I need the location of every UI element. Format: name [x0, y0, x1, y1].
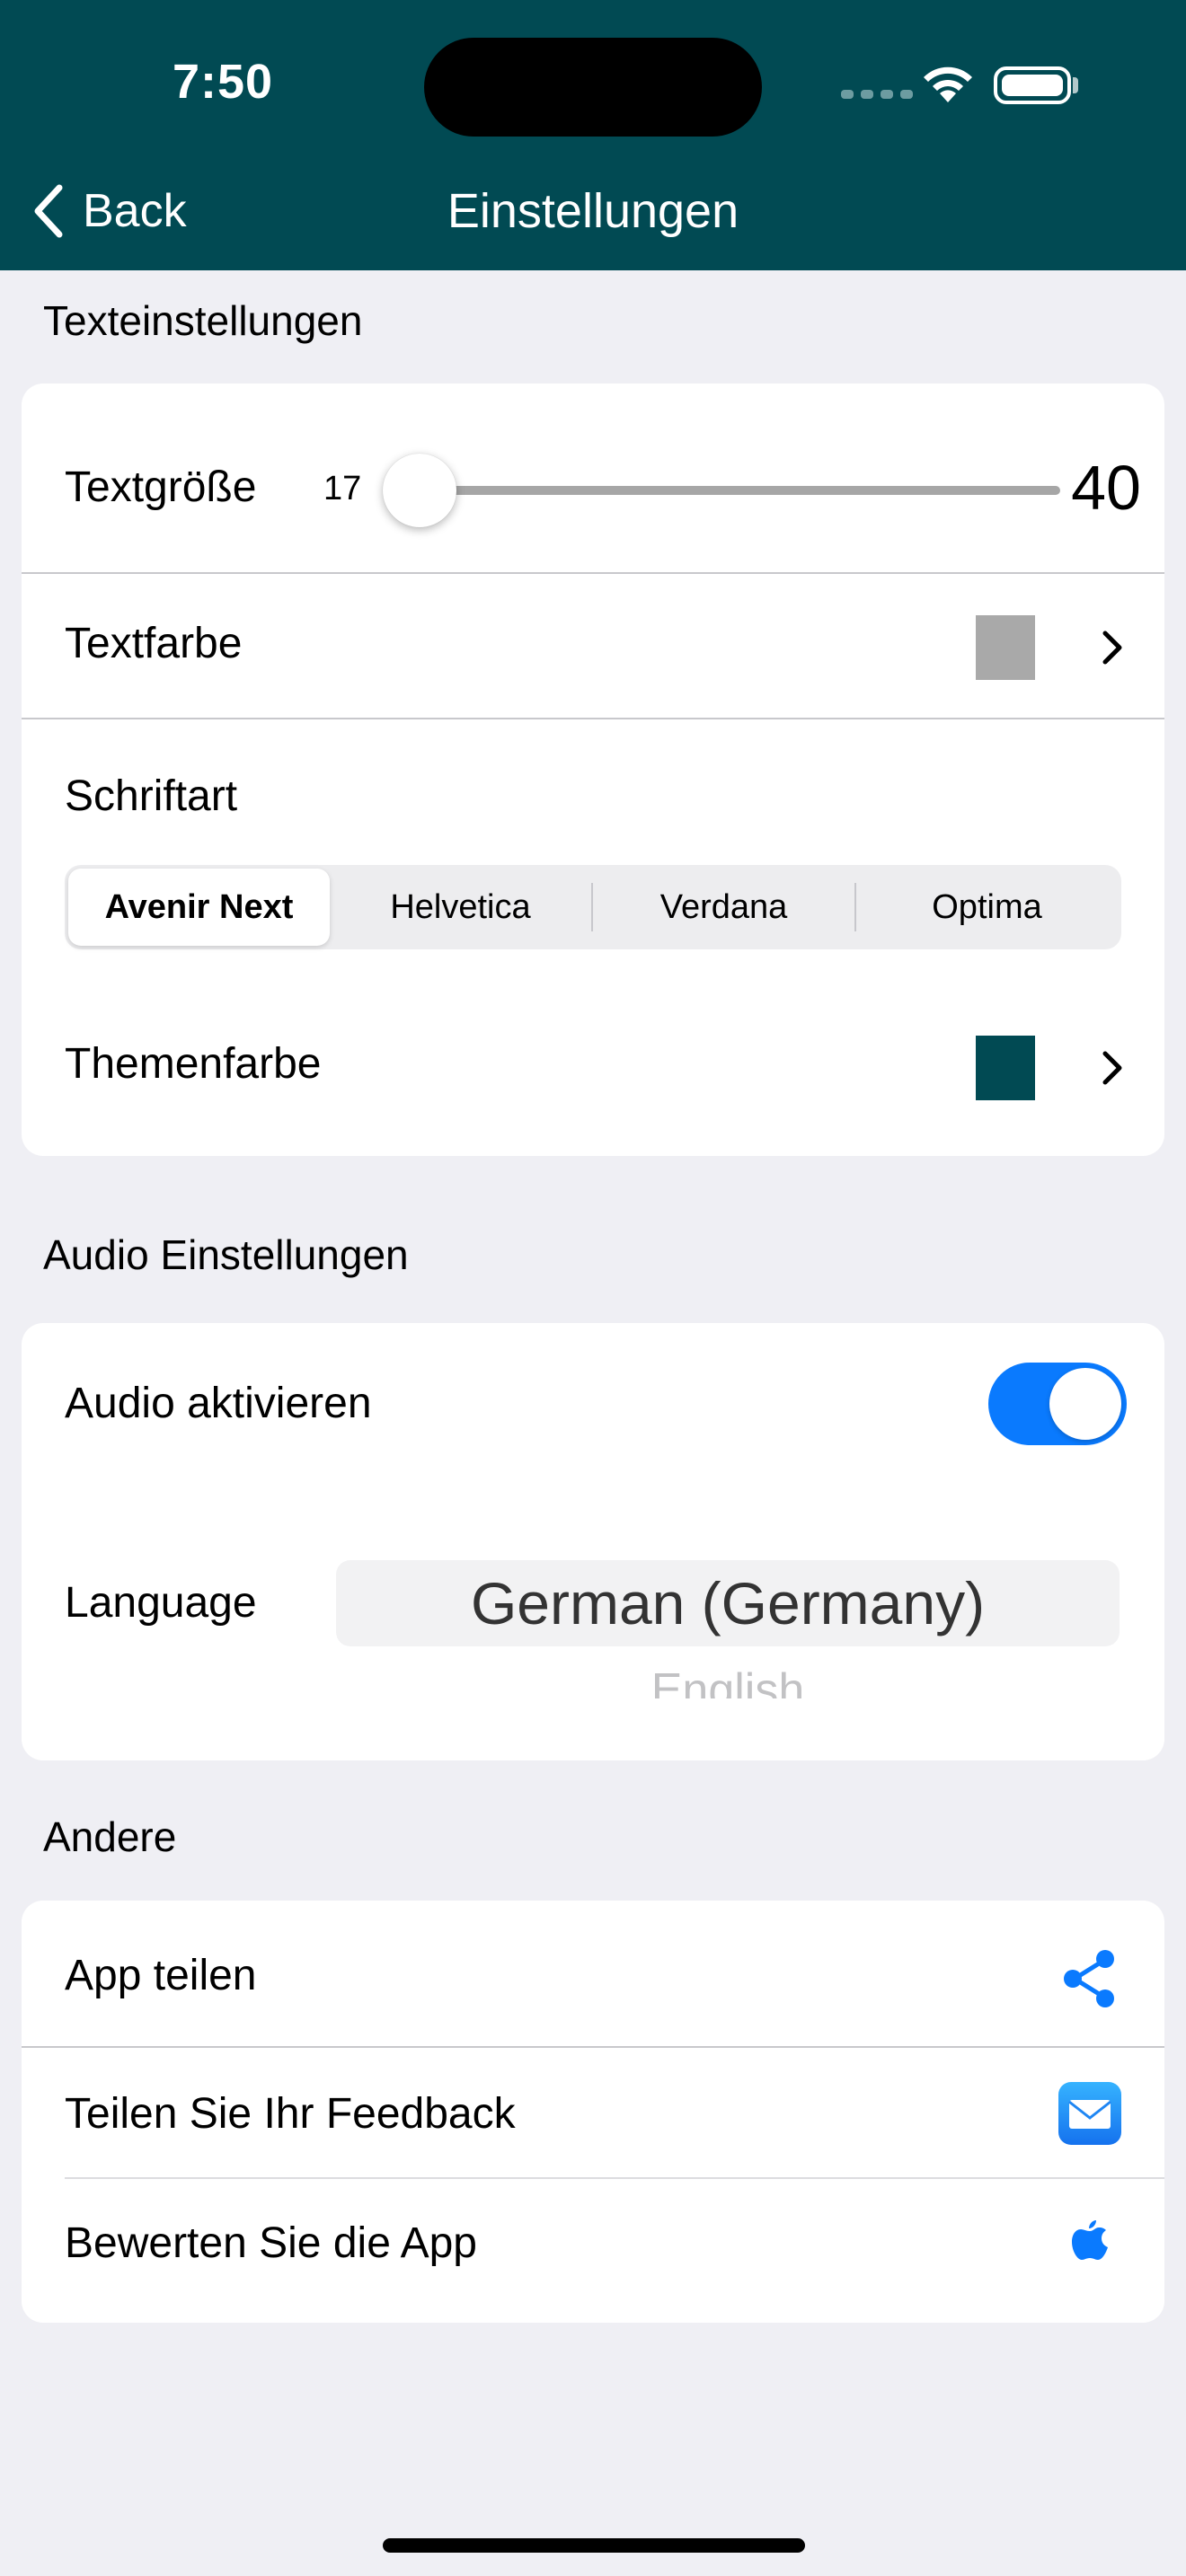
- rate-app-row[interactable]: Bewerten Sie die App: [22, 2179, 1164, 2314]
- text-size-slider-track[interactable]: [404, 486, 1060, 495]
- other-card: App teilen Teilen Sie Ihr Feedback Bewer…: [22, 1901, 1164, 2323]
- apple-icon: [1072, 2220, 1108, 2260]
- theme-color-label: Themenfarbe: [65, 1040, 322, 1088]
- page-title: Einstellungen: [447, 184, 739, 238]
- language-picker-selected[interactable]: German (Germany): [336, 1560, 1120, 1646]
- font-option-helvetica[interactable]: Helvetica: [330, 869, 591, 946]
- text-color-label: Textfarbe: [65, 620, 243, 667]
- chevron-right-icon: [1102, 631, 1122, 665]
- section-label-text-settings: Texteinstellungen: [43, 297, 363, 344]
- share-app-row[interactable]: App teilen: [22, 1901, 1164, 2046]
- back-button[interactable]: Back: [31, 180, 187, 243]
- wifi-icon: [924, 66, 972, 102]
- language-picker-next-option[interactable]: English: [336, 1657, 1120, 1698]
- theme-color-row[interactable]: Themenfarbe: [22, 994, 1164, 1129]
- text-settings-card: Textgröße 17 40 Textfarbe Schriftart Ave…: [22, 384, 1164, 1156]
- slider-max-value: 40: [1071, 453, 1141, 523]
- feedback-row[interactable]: Teilen Sie Ihr Feedback: [22, 2048, 1164, 2177]
- enable-audio-toggle[interactable]: [988, 1363, 1127, 1445]
- text-size-slider-thumb[interactable]: [383, 454, 456, 527]
- section-label-audio-settings: Audio Einstellungen: [43, 1231, 409, 1278]
- language-label: Language: [65, 1579, 257, 1627]
- font-label: Schriftart: [65, 772, 238, 820]
- battery-cap: [1073, 77, 1078, 93]
- chevron-left-icon: [34, 184, 63, 238]
- navigation-header: 7:50 Back Einstellungen: [0, 0, 1186, 270]
- feedback-label: Teilen Sie Ihr Feedback: [65, 2090, 516, 2138]
- chevron-right-icon: [1102, 1051, 1122, 1085]
- font-segmented-control: Avenir Next Helvetica Verdana Optima: [65, 865, 1121, 949]
- enable-audio-label: Audio aktivieren: [65, 1380, 372, 1427]
- theme-color-swatch: [976, 1036, 1035, 1100]
- mail-icon: [1058, 2082, 1121, 2145]
- text-size-label: Textgröße: [65, 463, 257, 511]
- battery-icon: [994, 66, 1071, 104]
- share-app-label: App teilen: [65, 1952, 257, 1999]
- home-indicator: [383, 2538, 805, 2553]
- font-option-optima[interactable]: Optima: [856, 869, 1118, 946]
- text-color-swatch: [976, 615, 1035, 680]
- back-label: Back: [83, 185, 187, 237]
- toggle-knob: [1049, 1368, 1121, 1440]
- divider: [22, 718, 1164, 719]
- status-time: 7:50: [173, 55, 274, 109]
- cellular-signal-icon: [841, 90, 913, 99]
- rate-app-label: Bewerten Sie die App: [65, 2219, 477, 2267]
- section-label-other: Andere: [43, 1813, 177, 1860]
- dynamic-island: [424, 38, 762, 137]
- audio-settings-card: Audio aktivieren Language German (German…: [22, 1323, 1164, 1760]
- slider-min-value: 17: [323, 470, 362, 507]
- text-color-row[interactable]: Textfarbe: [22, 574, 1164, 718]
- share-icon: [1064, 1950, 1114, 2007]
- font-option-verdana[interactable]: Verdana: [593, 869, 854, 946]
- font-option-avenir-next[interactable]: Avenir Next: [68, 869, 330, 946]
